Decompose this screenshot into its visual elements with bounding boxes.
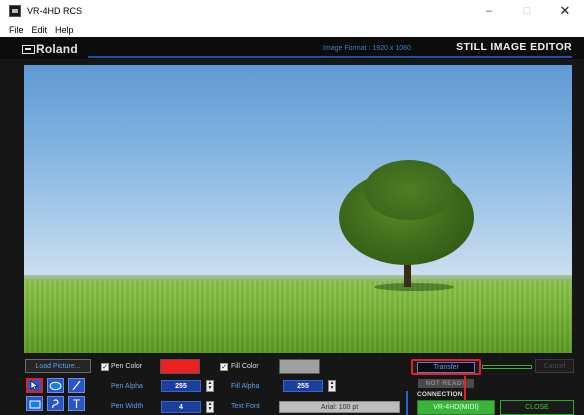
cancel-button[interactable]: Cancel xyxy=(535,359,574,373)
pen-color-label: Pen Color xyxy=(111,363,143,370)
connection-label: CONNECTION xyxy=(417,391,463,398)
header-divider xyxy=(88,56,572,58)
brand-name: Roland xyxy=(36,42,78,56)
fill-color-label: Fill Color xyxy=(231,363,259,370)
transfer-progress-bar xyxy=(482,365,532,369)
transfer-button[interactable]: Transfer xyxy=(417,361,475,373)
fill-alpha-input[interactable]: 255 xyxy=(283,380,323,392)
editor-window: Roland Image Format : 1920 x 1080 STILL … xyxy=(0,37,584,415)
connection-device-button[interactable]: VR-4HD(MIDI) xyxy=(417,400,495,415)
menu-file[interactable]: File xyxy=(9,25,24,35)
load-picture-button[interactable]: Load Picture... xyxy=(25,359,91,373)
fill-color-swatch[interactable] xyxy=(279,359,320,374)
pen-width-spinner[interactable]: ▲ ▼ xyxy=(206,401,214,413)
ellipse-tool[interactable] xyxy=(47,378,64,393)
rectangle-icon xyxy=(29,400,40,408)
close-button[interactable]: CLOSE xyxy=(500,400,574,415)
window-title: VR-4HD RCS xyxy=(27,6,83,16)
maximize-button[interactable]: □ xyxy=(508,0,546,22)
fill-color-checkbox[interactable]: ✓ xyxy=(220,363,228,371)
text-t-icon: T xyxy=(72,396,81,411)
cursor-arrow-icon xyxy=(30,380,39,391)
pen-alpha-spinner[interactable]: ▲ ▼ xyxy=(206,380,214,392)
highlight-pointer-line xyxy=(464,376,466,403)
menu-edit[interactable]: Edit xyxy=(32,25,48,35)
pen-alpha-label: Pen Alpha xyxy=(111,383,143,390)
rectangle-tool[interactable] xyxy=(26,396,43,411)
text-font-selector[interactable]: Arial: 100 pt xyxy=(279,401,400,413)
editor-title: STILL IMAGE EDITOR xyxy=(456,41,572,53)
roland-logo-icon xyxy=(22,44,35,54)
pen-width-input[interactable]: 4 xyxy=(161,401,201,413)
image-canvas[interactable] xyxy=(24,65,572,353)
window-titlebar: VR-4HD RCS – □ ✕ xyxy=(0,0,584,22)
fill-alpha-spinner[interactable]: ▲ ▼ xyxy=(328,380,336,392)
line-icon xyxy=(72,380,81,391)
menu-help[interactable]: Help xyxy=(55,25,74,35)
window-controls: – □ ✕ xyxy=(470,0,584,22)
transfer-button-highlight[interactable]: Transfer xyxy=(411,359,481,375)
select-tool[interactable] xyxy=(26,378,43,393)
app-icon xyxy=(9,5,21,17)
text-tool[interactable]: T xyxy=(68,396,85,411)
image-format-label: Image Format : 1920 x 1080 xyxy=(323,45,411,52)
line-tool[interactable] xyxy=(68,378,85,393)
pen-color-checkbox[interactable]: ✓ xyxy=(101,363,109,371)
pen-width-label: Pen Width xyxy=(111,403,144,410)
panel-separator xyxy=(406,391,408,415)
freehand-tool[interactable] xyxy=(47,396,64,411)
control-panel: Load Picture... T ✓ Pen Color Pen Alpha … xyxy=(0,355,584,415)
canvas-grass-texture xyxy=(24,281,572,353)
menu-bar: File Edit Help xyxy=(0,22,584,37)
close-window-button[interactable]: ✕ xyxy=(546,0,584,22)
tree-crown-top xyxy=(364,160,454,220)
text-font-label: Text Font xyxy=(231,403,260,410)
brand-logo: Roland xyxy=(22,42,78,56)
pen-alpha-input[interactable]: 255 xyxy=(161,380,201,392)
freehand-curve-icon xyxy=(52,398,59,408)
ellipse-icon xyxy=(49,381,62,390)
app-header: Roland Image Format : 1920 x 1080 STILL … xyxy=(0,37,584,59)
pen-color-swatch[interactable] xyxy=(160,359,200,374)
minimize-button[interactable]: – xyxy=(470,0,508,22)
canvas-sky xyxy=(24,65,572,283)
tree-shadow xyxy=(374,283,454,291)
fill-alpha-label: Fill Alpha xyxy=(231,383,260,390)
